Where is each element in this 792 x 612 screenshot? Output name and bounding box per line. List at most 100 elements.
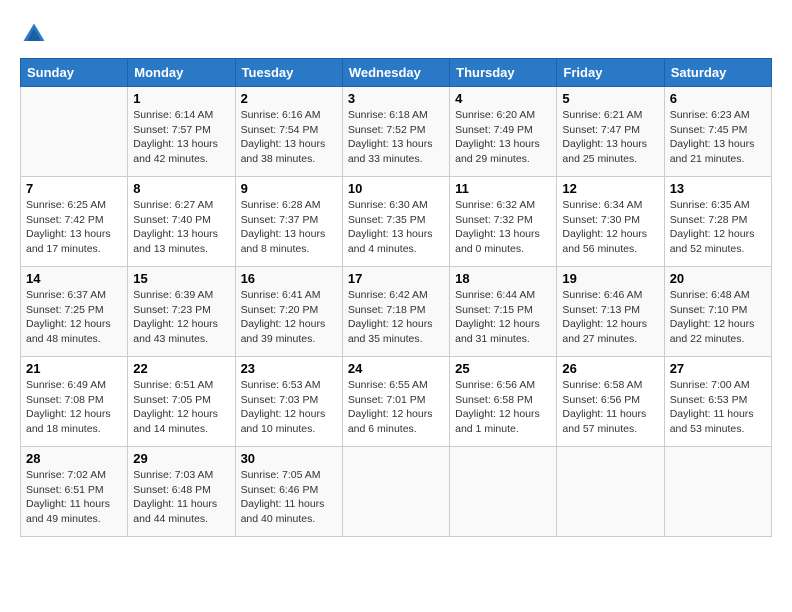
day-info: Sunrise: 6:27 AMSunset: 7:40 PMDaylight:… — [133, 198, 229, 257]
calendar-cell — [450, 447, 557, 537]
day-info: Sunrise: 6:41 AMSunset: 7:20 PMDaylight:… — [241, 288, 337, 347]
calendar-cell: 8 Sunrise: 6:27 AMSunset: 7:40 PMDaylight… — [128, 177, 235, 267]
calendar-cell: 7 Sunrise: 6:25 AMSunset: 7:42 PMDaylight… — [21, 177, 128, 267]
day-number: 28 — [26, 451, 122, 466]
calendar-day-header: Saturday — [664, 59, 771, 87]
calendar-cell: 13Sunrise: 6:35 AMSunset: 7:28 PMDayligh… — [664, 177, 771, 267]
calendar-cell: 5Sunrise: 6:21 AMSunset: 7:47 PMDaylight… — [557, 87, 664, 177]
day-info: Sunrise: 6:55 AMSunset: 7:01 PMDaylight:… — [348, 378, 444, 437]
calendar-cell: 4 Sunrise: 6:20 AMSunset: 7:49 PMDaylight… — [450, 87, 557, 177]
calendar-cell: 1Sunrise: 6:14 AMSunset: 7:57 PMDaylight… — [128, 87, 235, 177]
day-number: 6 — [670, 91, 766, 106]
day-number: 24 — [348, 361, 444, 376]
day-info: Sunrise: 6:53 AMSunset: 7:03 PMDaylight:… — [241, 378, 337, 437]
calendar-cell: 29 Sunrise: 7:03 AMSunset: 6:48 PMDayligh… — [128, 447, 235, 537]
calendar-cell: 27Sunrise: 7:00 AMSunset: 6:53 PMDayligh… — [664, 357, 771, 447]
calendar-table: SundayMondayTuesdayWednesdayThursdayFrid… — [20, 58, 772, 537]
day-number: 10 — [348, 181, 444, 196]
logo — [20, 20, 52, 48]
day-info: Sunrise: 6:48 AMSunset: 7:10 PMDaylight:… — [670, 288, 766, 347]
calendar-cell — [342, 447, 449, 537]
day-info: Sunrise: 6:23 AMSunset: 7:45 PMDaylight:… — [670, 108, 766, 167]
day-number: 21 — [26, 361, 122, 376]
day-number: 26 — [562, 361, 658, 376]
day-info: Sunrise: 7:05 AMSunset: 6:46 PMDaylight:… — [241, 468, 337, 527]
calendar-cell: 20 Sunrise: 6:48 AMSunset: 7:10 PMDayligh… — [664, 267, 771, 357]
calendar-day-header: Wednesday — [342, 59, 449, 87]
calendar-cell — [21, 87, 128, 177]
day-info: Sunrise: 6:28 AMSunset: 7:37 PMDaylight:… — [241, 198, 337, 257]
day-number: 8 — [133, 181, 229, 196]
calendar-cell: 9 Sunrise: 6:28 AMSunset: 7:37 PMDaylight… — [235, 177, 342, 267]
calendar-day-header: Tuesday — [235, 59, 342, 87]
calendar-day-header: Monday — [128, 59, 235, 87]
calendar-cell: 24 Sunrise: 6:55 AMSunset: 7:01 PMDayligh… — [342, 357, 449, 447]
day-info: Sunrise: 6:58 AMSunset: 6:56 PMDaylight:… — [562, 378, 658, 437]
day-info: Sunrise: 6:18 AMSunset: 7:52 PMDaylight:… — [348, 108, 444, 167]
calendar-cell: 10 Sunrise: 6:30 AMSunset: 7:35 PMDayligh… — [342, 177, 449, 267]
day-number: 20 — [670, 271, 766, 286]
day-number: 12 — [562, 181, 658, 196]
calendar-cell: 18 Sunrise: 6:44 AMSunset: 7:15 PMDayligh… — [450, 267, 557, 357]
day-info: Sunrise: 7:02 AMSunset: 6:51 PMDaylight:… — [26, 468, 122, 527]
day-info: Sunrise: 6:51 AMSunset: 7:05 PMDaylight:… — [133, 378, 229, 437]
calendar-cell: 21Sunrise: 6:49 AMSunset: 7:08 PMDayligh… — [21, 357, 128, 447]
day-number: 29 — [133, 451, 229, 466]
day-info: Sunrise: 6:46 AMSunset: 7:13 PMDaylight:… — [562, 288, 658, 347]
day-number: 11 — [455, 181, 551, 196]
calendar-cell: 12 Sunrise: 6:34 AMSunset: 7:30 PMDayligh… — [557, 177, 664, 267]
calendar-header-row: SundayMondayTuesdayWednesdayThursdayFrid… — [21, 59, 772, 87]
calendar-week-row: 28 Sunrise: 7:02 AMSunset: 6:51 PMDayligh… — [21, 447, 772, 537]
day-info: Sunrise: 6:25 AMSunset: 7:42 PMDaylight:… — [26, 198, 122, 257]
day-number: 5 — [562, 91, 658, 106]
calendar-cell: 2 Sunrise: 6:16 AMSunset: 7:54 PMDaylight… — [235, 87, 342, 177]
calendar-cell: 6 Sunrise: 6:23 AMSunset: 7:45 PMDaylight… — [664, 87, 771, 177]
calendar-week-row: 7 Sunrise: 6:25 AMSunset: 7:42 PMDaylight… — [21, 177, 772, 267]
day-number: 1 — [133, 91, 229, 106]
calendar-cell — [557, 447, 664, 537]
day-number: 4 — [455, 91, 551, 106]
day-info: Sunrise: 6:44 AMSunset: 7:15 PMDaylight:… — [455, 288, 551, 347]
day-info: Sunrise: 6:42 AMSunset: 7:18 PMDaylight:… — [348, 288, 444, 347]
day-number: 25 — [455, 361, 551, 376]
day-number: 22 — [133, 361, 229, 376]
day-number: 9 — [241, 181, 337, 196]
calendar-cell: 19 Sunrise: 6:46 AMSunset: 7:13 PMDayligh… — [557, 267, 664, 357]
day-number: 16 — [241, 271, 337, 286]
calendar-cell: 15Sunrise: 6:39 AMSunset: 7:23 PMDayligh… — [128, 267, 235, 357]
calendar-cell: 26 Sunrise: 6:58 AMSunset: 6:56 PMDayligh… — [557, 357, 664, 447]
calendar-cell: 28 Sunrise: 7:02 AMSunset: 6:51 PMDayligh… — [21, 447, 128, 537]
day-number: 3 — [348, 91, 444, 106]
calendar-cell: 22 Sunrise: 6:51 AMSunset: 7:05 PMDayligh… — [128, 357, 235, 447]
day-number: 23 — [241, 361, 337, 376]
day-info: Sunrise: 6:16 AMSunset: 7:54 PMDaylight:… — [241, 108, 337, 167]
calendar-week-row: 14Sunrise: 6:37 AMSunset: 7:25 PMDayligh… — [21, 267, 772, 357]
day-number: 13 — [670, 181, 766, 196]
calendar-cell: 30 Sunrise: 7:05 AMSunset: 6:46 PMDayligh… — [235, 447, 342, 537]
calendar-week-row: 21Sunrise: 6:49 AMSunset: 7:08 PMDayligh… — [21, 357, 772, 447]
day-info: Sunrise: 6:30 AMSunset: 7:35 PMDaylight:… — [348, 198, 444, 257]
day-number: 18 — [455, 271, 551, 286]
day-number: 14 — [26, 271, 122, 286]
calendar-cell: 11 Sunrise: 6:32 AMSunset: 7:32 PMDayligh… — [450, 177, 557, 267]
day-number: 7 — [26, 181, 122, 196]
day-info: Sunrise: 6:56 AMSunset: 6:58 PMDaylight:… — [455, 378, 551, 437]
day-info: Sunrise: 6:39 AMSunset: 7:23 PMDaylight:… — [133, 288, 229, 347]
calendar-day-header: Sunday — [21, 59, 128, 87]
day-number: 19 — [562, 271, 658, 286]
calendar-cell: 25 Sunrise: 6:56 AMSunset: 6:58 PMDayligh… — [450, 357, 557, 447]
day-info: Sunrise: 7:03 AMSunset: 6:48 PMDaylight:… — [133, 468, 229, 527]
day-number: 2 — [241, 91, 337, 106]
calendar-cell: 17 Sunrise: 6:42 AMSunset: 7:18 PMDayligh… — [342, 267, 449, 357]
page-header — [20, 20, 772, 48]
day-number: 17 — [348, 271, 444, 286]
calendar-cell: 14Sunrise: 6:37 AMSunset: 7:25 PMDayligh… — [21, 267, 128, 357]
day-info: Sunrise: 6:20 AMSunset: 7:49 PMDaylight:… — [455, 108, 551, 167]
day-number: 30 — [241, 451, 337, 466]
logo-icon — [20, 20, 48, 48]
calendar-cell: 3 Sunrise: 6:18 AMSunset: 7:52 PMDaylight… — [342, 87, 449, 177]
day-info: Sunrise: 6:32 AMSunset: 7:32 PMDaylight:… — [455, 198, 551, 257]
day-info: Sunrise: 6:34 AMSunset: 7:30 PMDaylight:… — [562, 198, 658, 257]
calendar-day-header: Friday — [557, 59, 664, 87]
calendar-cell: 23 Sunrise: 6:53 AMSunset: 7:03 PMDayligh… — [235, 357, 342, 447]
